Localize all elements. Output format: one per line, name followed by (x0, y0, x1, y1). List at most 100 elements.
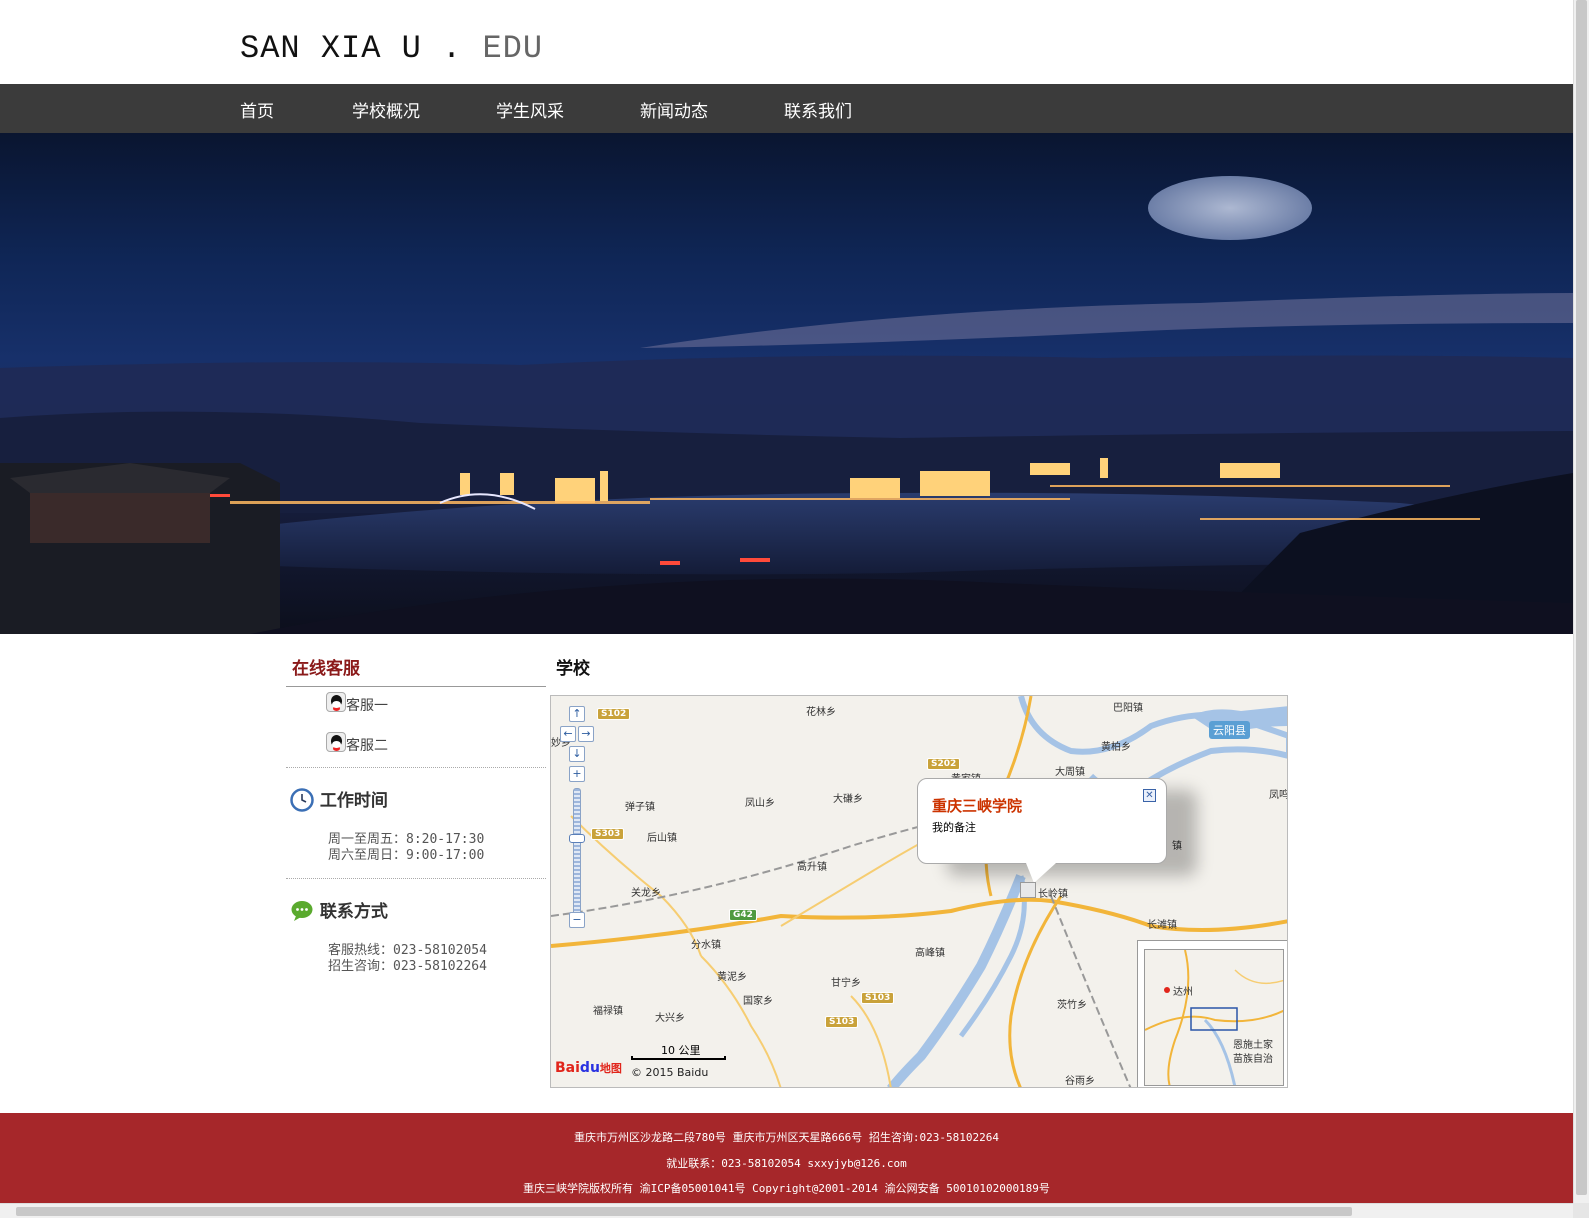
overview-tiles (1145, 950, 1283, 1085)
site-logo[interactable]: SAN XIA U . EDU (240, 30, 543, 67)
zoom-out-button[interactable]: − (569, 912, 585, 928)
overview-city: 达州 (1173, 987, 1193, 998)
divider (286, 686, 546, 687)
map-place: 福禄镇 (593, 1006, 623, 1017)
road-shield: S103 (825, 1016, 859, 1028)
map-place: 关龙乡 (631, 888, 661, 899)
qq-service-one[interactable]: 客服一 (326, 692, 388, 715)
map-zoom-control: ↑ ← → ↓ + − (560, 706, 594, 936)
map-scale: 10 公里 (631, 1042, 727, 1062)
nav-item-home[interactable]: 首页 (240, 97, 274, 122)
baidu-map[interactable]: 花林乡 巴阳镇 黄柏乡 大周镇 凤鸣 弹子镇 凤山乡 大磏乡 后山镇 高升镇 关… (550, 695, 1288, 1088)
zoom-in-button[interactable]: + (569, 766, 585, 782)
info-window-note: 我的备注 (932, 821, 976, 834)
scrollbar-corner (1573, 1203, 1589, 1218)
main-nav: 首页 学校概况 学生风采 新闻动态 联系我们 (0, 84, 1573, 133)
service-label: 客服二 (346, 738, 388, 754)
pan-up-button[interactable]: ↑ (569, 706, 585, 722)
site-header: SAN XIA U . EDU (0, 0, 1573, 84)
info-window-title: 重庆三峡学院 (932, 797, 1023, 815)
contact-title: 联系方式 (319, 902, 388, 922)
service-label: 客服一 (346, 698, 388, 714)
map-place: 花林乡 (806, 707, 836, 718)
baidu-logo[interactable]: Baidu地图 (555, 1060, 622, 1076)
map-place: 凤山乡 (745, 798, 775, 809)
contact-heading: 联系方式 (290, 897, 388, 923)
map-place: 高峰镇 (915, 948, 945, 959)
map-place: 黄泥乡 (717, 972, 747, 983)
map-info-window: 重庆三峡学院 我的备注 ✕ (917, 778, 1167, 883)
map-place: 茨竹乡 (1057, 1000, 1087, 1011)
map-place: 国家乡 (743, 996, 773, 1007)
scale-bar (631, 1056, 726, 1060)
map-place: 黄柏乡 (1101, 742, 1131, 753)
map-place: 镇 (1172, 841, 1182, 852)
city-night-photo (0, 176, 1573, 634)
map-place: 巴阳镇 (1113, 703, 1143, 714)
work-hours-text: 周一至周五：8:20-17:30 周六至周日：9:00-17:00 (328, 832, 484, 864)
zoom-slider-track[interactable] (573, 788, 581, 928)
contact-line: 招生咨询：023-58102264 (328, 959, 487, 974)
footer-address: 重庆市万州区沙龙路二段780号 重庆市万州区天星路666号 招生咨询:023-5… (573, 1131, 1000, 1144)
pan-down-button[interactable]: ↓ (569, 746, 585, 762)
map-overview[interactable]: 达州 恩施土家 苗族自治 (1137, 940, 1287, 1087)
logo-edu-text: EDU (482, 30, 544, 67)
qq-penguin-icon (326, 732, 346, 752)
map-place: 后山镇 (647, 833, 677, 844)
road-shield: S102 (597, 708, 631, 720)
qq-service-two[interactable]: 客服二 (326, 732, 388, 755)
site-footer: 重庆市万州区沙龙路二段780号 重庆市万州区天星路666号 招生咨询:023-5… (0, 1113, 1573, 1203)
vertical-scrollbar[interactable] (1573, 0, 1589, 1203)
map-place: 弹子镇 (625, 802, 655, 813)
nav-item-contact[interactable]: 联系我们 (784, 97, 852, 122)
map-city-label: 云阳县 (1209, 721, 1250, 739)
contact-line: 客服热线：023-58102054 (328, 943, 487, 958)
map-place: 长滩镇 (1147, 920, 1177, 931)
close-icon[interactable]: ✕ (1143, 789, 1156, 802)
overview-label: 苗族自治 (1233, 1054, 1273, 1065)
pan-left-button[interactable]: ← (560, 726, 576, 742)
map-place: 大兴乡 (655, 1013, 685, 1024)
nav-item-about[interactable]: 学校概况 (352, 97, 420, 122)
road-shield: S303 (591, 828, 625, 840)
map-copyright: © 2015 Baidu (631, 1066, 709, 1079)
work-hours-title: 工作时间 (319, 791, 388, 811)
road-shield: S103 (861, 992, 895, 1004)
overview-map: 达州 恩施土家 苗族自治 (1144, 949, 1284, 1086)
school-section-title: 学校 (556, 659, 590, 679)
work-hours-heading: 工作时间 (290, 786, 388, 812)
road-shield: S202 (927, 758, 961, 770)
horizontal-scrollbar[interactable] (0, 1203, 1573, 1218)
footer-contact: 就业联系：023-58102054 sxxyjyb@126.com (666, 1157, 907, 1170)
clock-icon (290, 788, 314, 812)
contact-text: 客服热线：023-58102054 招生咨询：023-58102264 (328, 943, 487, 975)
sidebar-title: 在线客服 (292, 659, 360, 679)
baidu-paw-icon: du (579, 1060, 600, 1076)
info-window-tail (1026, 863, 1056, 883)
nav-item-students[interactable]: 学生风采 (496, 97, 564, 122)
map-place: 高升镇 (797, 862, 827, 873)
divider (286, 767, 546, 768)
map-marker[interactable] (1020, 882, 1036, 898)
logo-main-text: SAN XIA U . (240, 30, 483, 67)
overview-label: 恩施土家 (1233, 1040, 1273, 1051)
map-place: 长岭镇 (1038, 889, 1068, 900)
baidu-logo-text: Bai (555, 1060, 580, 1076)
work-hours-line: 周六至周日：9:00-17:00 (328, 848, 485, 863)
work-hours-line: 周一至周五：8:20-17:30 (328, 832, 485, 847)
divider (286, 878, 546, 879)
chat-bubble-icon (291, 901, 313, 921)
footer-copyright: 重庆三峡学院版权所有 渝ICP备05001041号 Copyright@2001… (523, 1182, 1050, 1195)
pan-right-button[interactable]: → (578, 726, 594, 742)
qq-penguin-icon (326, 692, 346, 712)
horizontal-scroll-thumb[interactable] (16, 1207, 1352, 1216)
nav-item-news[interactable]: 新闻动态 (640, 97, 708, 122)
map-place: 大周镇 (1055, 767, 1085, 778)
map-place: 凤鸣 (1269, 790, 1288, 801)
vertical-scroll-thumb[interactable] (1576, 0, 1587, 1195)
baidu-map-text: 地图 (599, 1062, 622, 1075)
zoom-slider-handle[interactable] (569, 834, 585, 843)
map-place: 分水镇 (691, 940, 721, 951)
map-place: 谷雨乡 (1065, 1076, 1095, 1087)
road-shield: G42 (729, 909, 757, 921)
